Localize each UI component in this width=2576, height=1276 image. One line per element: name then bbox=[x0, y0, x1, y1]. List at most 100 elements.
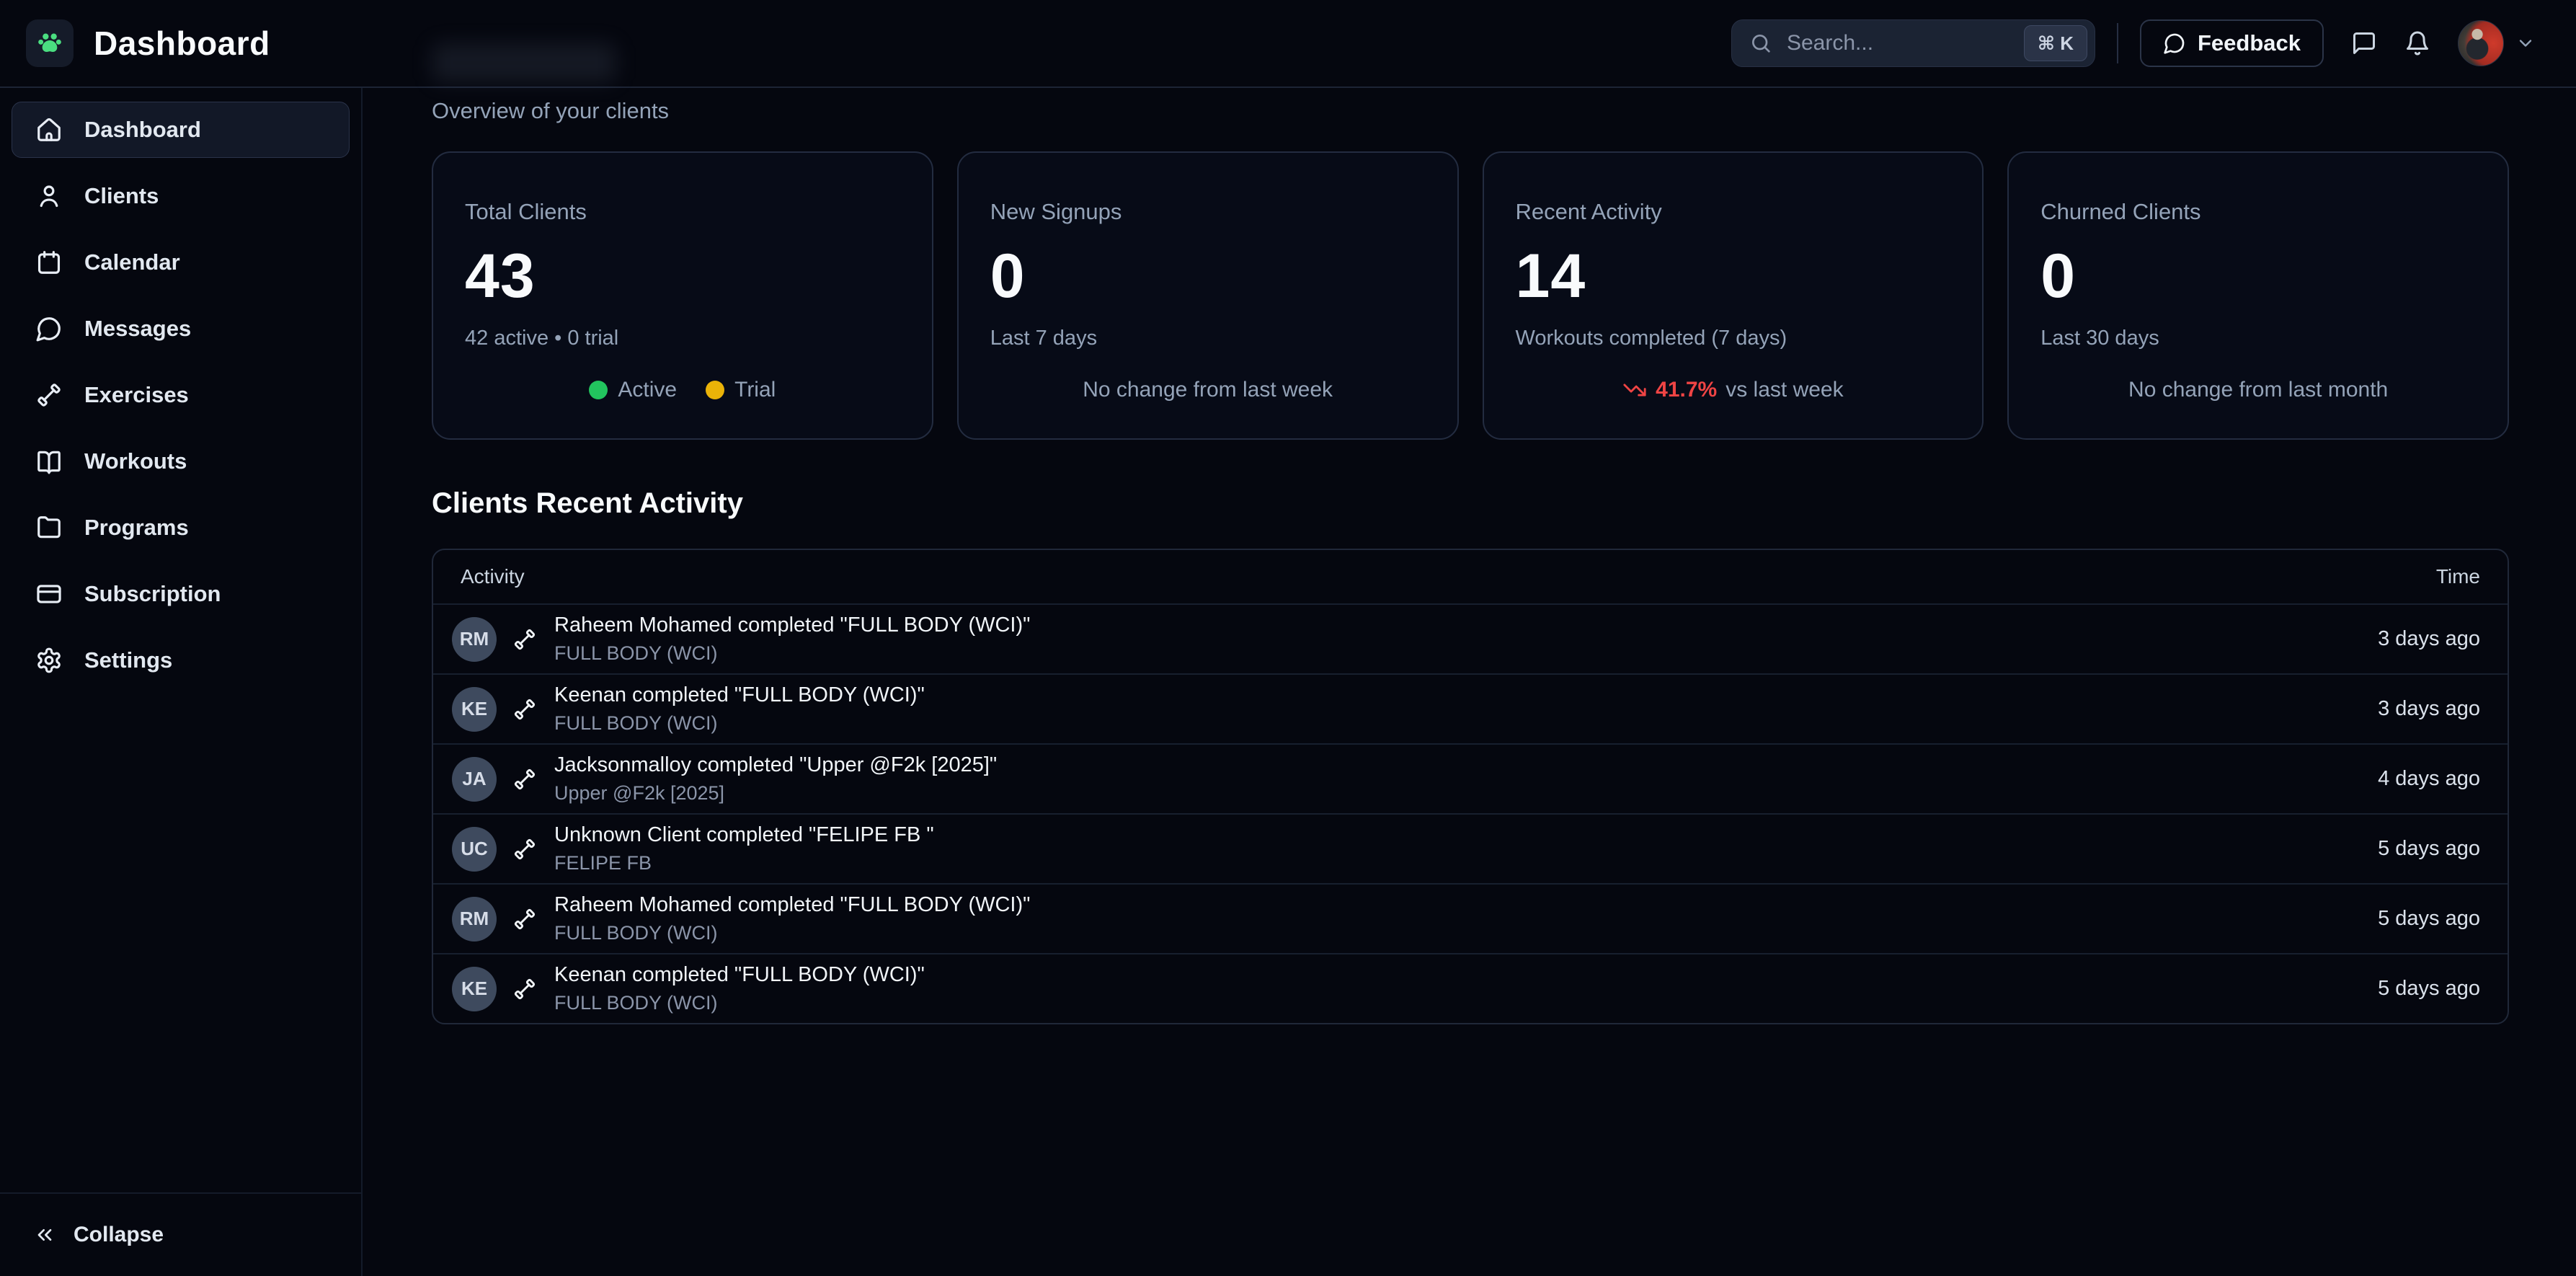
chevron-down-icon bbox=[2515, 33, 2536, 53]
activity-time: 4 days ago bbox=[2378, 767, 2480, 791]
top-header: Dashboard ⌘ K Feedback bbox=[0, 0, 2576, 88]
dumbbell-icon bbox=[35, 381, 63, 409]
activity-line2: Upper @F2k [2025] bbox=[554, 782, 997, 805]
activity-line1: Raheem Mohamed completed "FULL BODY (WCI… bbox=[554, 893, 1030, 917]
trending-down-icon bbox=[1622, 378, 1647, 402]
search-icon bbox=[1749, 32, 1772, 55]
feedback-button[interactable]: Feedback bbox=[2140, 19, 2324, 67]
activity-line2: FULL BODY (WCI) bbox=[554, 992, 925, 1014]
sidebar-item-label: Calendar bbox=[84, 249, 180, 275]
activity-line2: FULL BODY (WCI) bbox=[554, 642, 1030, 665]
collapse-sidebar-button[interactable]: Collapse bbox=[0, 1192, 361, 1276]
search-input[interactable] bbox=[1787, 31, 2009, 56]
recent-activity-title: Clients Recent Activity bbox=[432, 487, 2509, 520]
avatar: JA bbox=[452, 757, 497, 802]
sidebar-item-workouts[interactable]: Workouts bbox=[12, 433, 350, 489]
sidebar-item-dashboard[interactable]: Dashboard bbox=[12, 102, 350, 158]
sidebar-item-label: Programs bbox=[84, 515, 189, 541]
calendar-icon bbox=[35, 249, 63, 276]
header-divider bbox=[2117, 23, 2118, 63]
dumbbell-icon bbox=[512, 837, 537, 861]
activity-line2: FULL BODY (WCI) bbox=[554, 712, 925, 735]
card-value: 0 bbox=[990, 241, 1426, 312]
activity-line1: Jacksonmalloy completed "Upper @F2k [202… bbox=[554, 753, 997, 777]
card-footer-note: No change from last week bbox=[990, 378, 1426, 407]
stat-card-churned-clients: Churned Clients 0 Last 30 days No change… bbox=[2007, 151, 2509, 440]
stat-card-total-clients: Total Clients 43 42 active • 0 trial Act… bbox=[432, 151, 933, 440]
dumbbell-icon bbox=[512, 907, 537, 931]
table-row[interactable]: UC Unknown Client completed "FELIPE FB "… bbox=[433, 813, 2508, 883]
activity-time: 3 days ago bbox=[2378, 627, 2480, 651]
activity-line1: Keenan completed "FULL BODY (WCI)" bbox=[554, 683, 925, 707]
search-shortcut-badge: ⌘ K bbox=[2024, 25, 2087, 61]
card-subtext: 42 active • 0 trial bbox=[465, 327, 900, 350]
table-row[interactable]: JA Jacksonmalloy completed "Upper @F2k [… bbox=[433, 743, 2508, 813]
card-subtext: Last 7 days bbox=[990, 327, 1426, 350]
activity-text: Keenan completed "FULL BODY (WCI)" FULL … bbox=[554, 683, 925, 735]
table-row[interactable]: KE Keenan completed "FULL BODY (WCI)" FU… bbox=[433, 673, 2508, 743]
trend-indicator: 41.7% vs last week bbox=[1622, 378, 1843, 402]
chevrons-left-icon bbox=[33, 1223, 56, 1246]
sidebar-item-label: Messages bbox=[84, 316, 191, 342]
trend-label: vs last week bbox=[1726, 378, 1843, 402]
user-icon bbox=[35, 182, 63, 210]
activity-time: 3 days ago bbox=[2378, 697, 2480, 721]
search-box[interactable]: ⌘ K bbox=[1731, 19, 2095, 67]
activity-time: 5 days ago bbox=[2378, 907, 2480, 931]
user-menu[interactable] bbox=[2458, 20, 2536, 66]
stat-cards: Total Clients 43 42 active • 0 trial Act… bbox=[432, 151, 2509, 440]
card-subtext: Last 30 days bbox=[2040, 327, 2476, 350]
activity-text: Raheem Mohamed completed "FULL BODY (WCI… bbox=[554, 613, 1030, 665]
gear-icon bbox=[35, 647, 63, 674]
active-dot bbox=[589, 381, 608, 399]
card-value: 43 bbox=[465, 241, 900, 312]
table-row[interactable]: KE Keenan completed "FULL BODY (WCI)" FU… bbox=[433, 953, 2508, 1023]
stat-card-new-signups: New Signups 0 Last 7 days No change from… bbox=[957, 151, 1459, 440]
activity-time: 5 days ago bbox=[2378, 837, 2480, 861]
avatar: RM bbox=[452, 617, 497, 662]
avatar[interactable] bbox=[2458, 20, 2504, 66]
trend-percent: 41.7% bbox=[1656, 378, 1717, 402]
dumbbell-icon bbox=[512, 977, 537, 1001]
card-value: 0 bbox=[2040, 241, 2476, 312]
activity-line1: Keenan completed "FULL BODY (WCI)" bbox=[554, 963, 925, 987]
card-footer-note: No change from last month bbox=[2040, 378, 2476, 407]
card-value: 14 bbox=[1516, 241, 1951, 312]
table-header: Activity Time bbox=[433, 550, 2508, 603]
dumbbell-icon bbox=[512, 767, 537, 792]
card-trend: 41.7% vs last week bbox=[1516, 378, 1951, 407]
activity-text: Raheem Mohamed completed "FULL BODY (WCI… bbox=[554, 893, 1030, 944]
brand: Dashboard bbox=[26, 19, 270, 67]
sidebar-item-messages[interactable]: Messages bbox=[12, 301, 350, 357]
column-activity: Activity bbox=[461, 565, 525, 588]
notifications-button[interactable] bbox=[2396, 22, 2439, 65]
avatar: KE bbox=[452, 967, 497, 1011]
credit-card-icon bbox=[35, 580, 63, 608]
home-icon bbox=[35, 116, 63, 143]
sidebar-item-calendar[interactable]: Calendar bbox=[12, 234, 350, 291]
sidebar-item-label: Subscription bbox=[84, 581, 221, 607]
bell-icon bbox=[2404, 30, 2430, 56]
book-open-icon bbox=[35, 448, 63, 475]
redacted-heading bbox=[432, 43, 616, 82]
avatar: KE bbox=[452, 687, 497, 732]
table-row[interactable]: RM Raheem Mohamed completed "FULL BODY (… bbox=[433, 603, 2508, 673]
avatar: UC bbox=[452, 827, 497, 872]
activity-text: Keenan completed "FULL BODY (WCI)" FULL … bbox=[554, 963, 925, 1014]
messages-button[interactable] bbox=[2342, 22, 2386, 65]
sidebar-item-label: Exercises bbox=[84, 382, 189, 408]
card-title: Total Clients bbox=[465, 199, 900, 225]
card-title: Recent Activity bbox=[1516, 199, 1951, 225]
sidebar-item-exercises[interactable]: Exercises bbox=[12, 367, 350, 423]
sidebar-item-programs[interactable]: Programs bbox=[12, 500, 350, 556]
table-row[interactable]: RM Raheem Mohamed completed "FULL BODY (… bbox=[433, 883, 2508, 953]
sidebar-item-label: Dashboard bbox=[84, 117, 201, 143]
stat-card-recent-activity: Recent Activity 14 Workouts completed (7… bbox=[1483, 151, 1984, 440]
legend-active: Active bbox=[589, 378, 677, 402]
sidebar-item-clients[interactable]: Clients bbox=[12, 168, 350, 224]
feedback-label: Feedback bbox=[2198, 30, 2301, 56]
sidebar-item-subscription[interactable]: Subscription bbox=[12, 566, 350, 622]
activity-line2: FULL BODY (WCI) bbox=[554, 922, 1030, 944]
page-title: Dashboard bbox=[94, 24, 270, 63]
sidebar-item-settings[interactable]: Settings bbox=[12, 632, 350, 688]
